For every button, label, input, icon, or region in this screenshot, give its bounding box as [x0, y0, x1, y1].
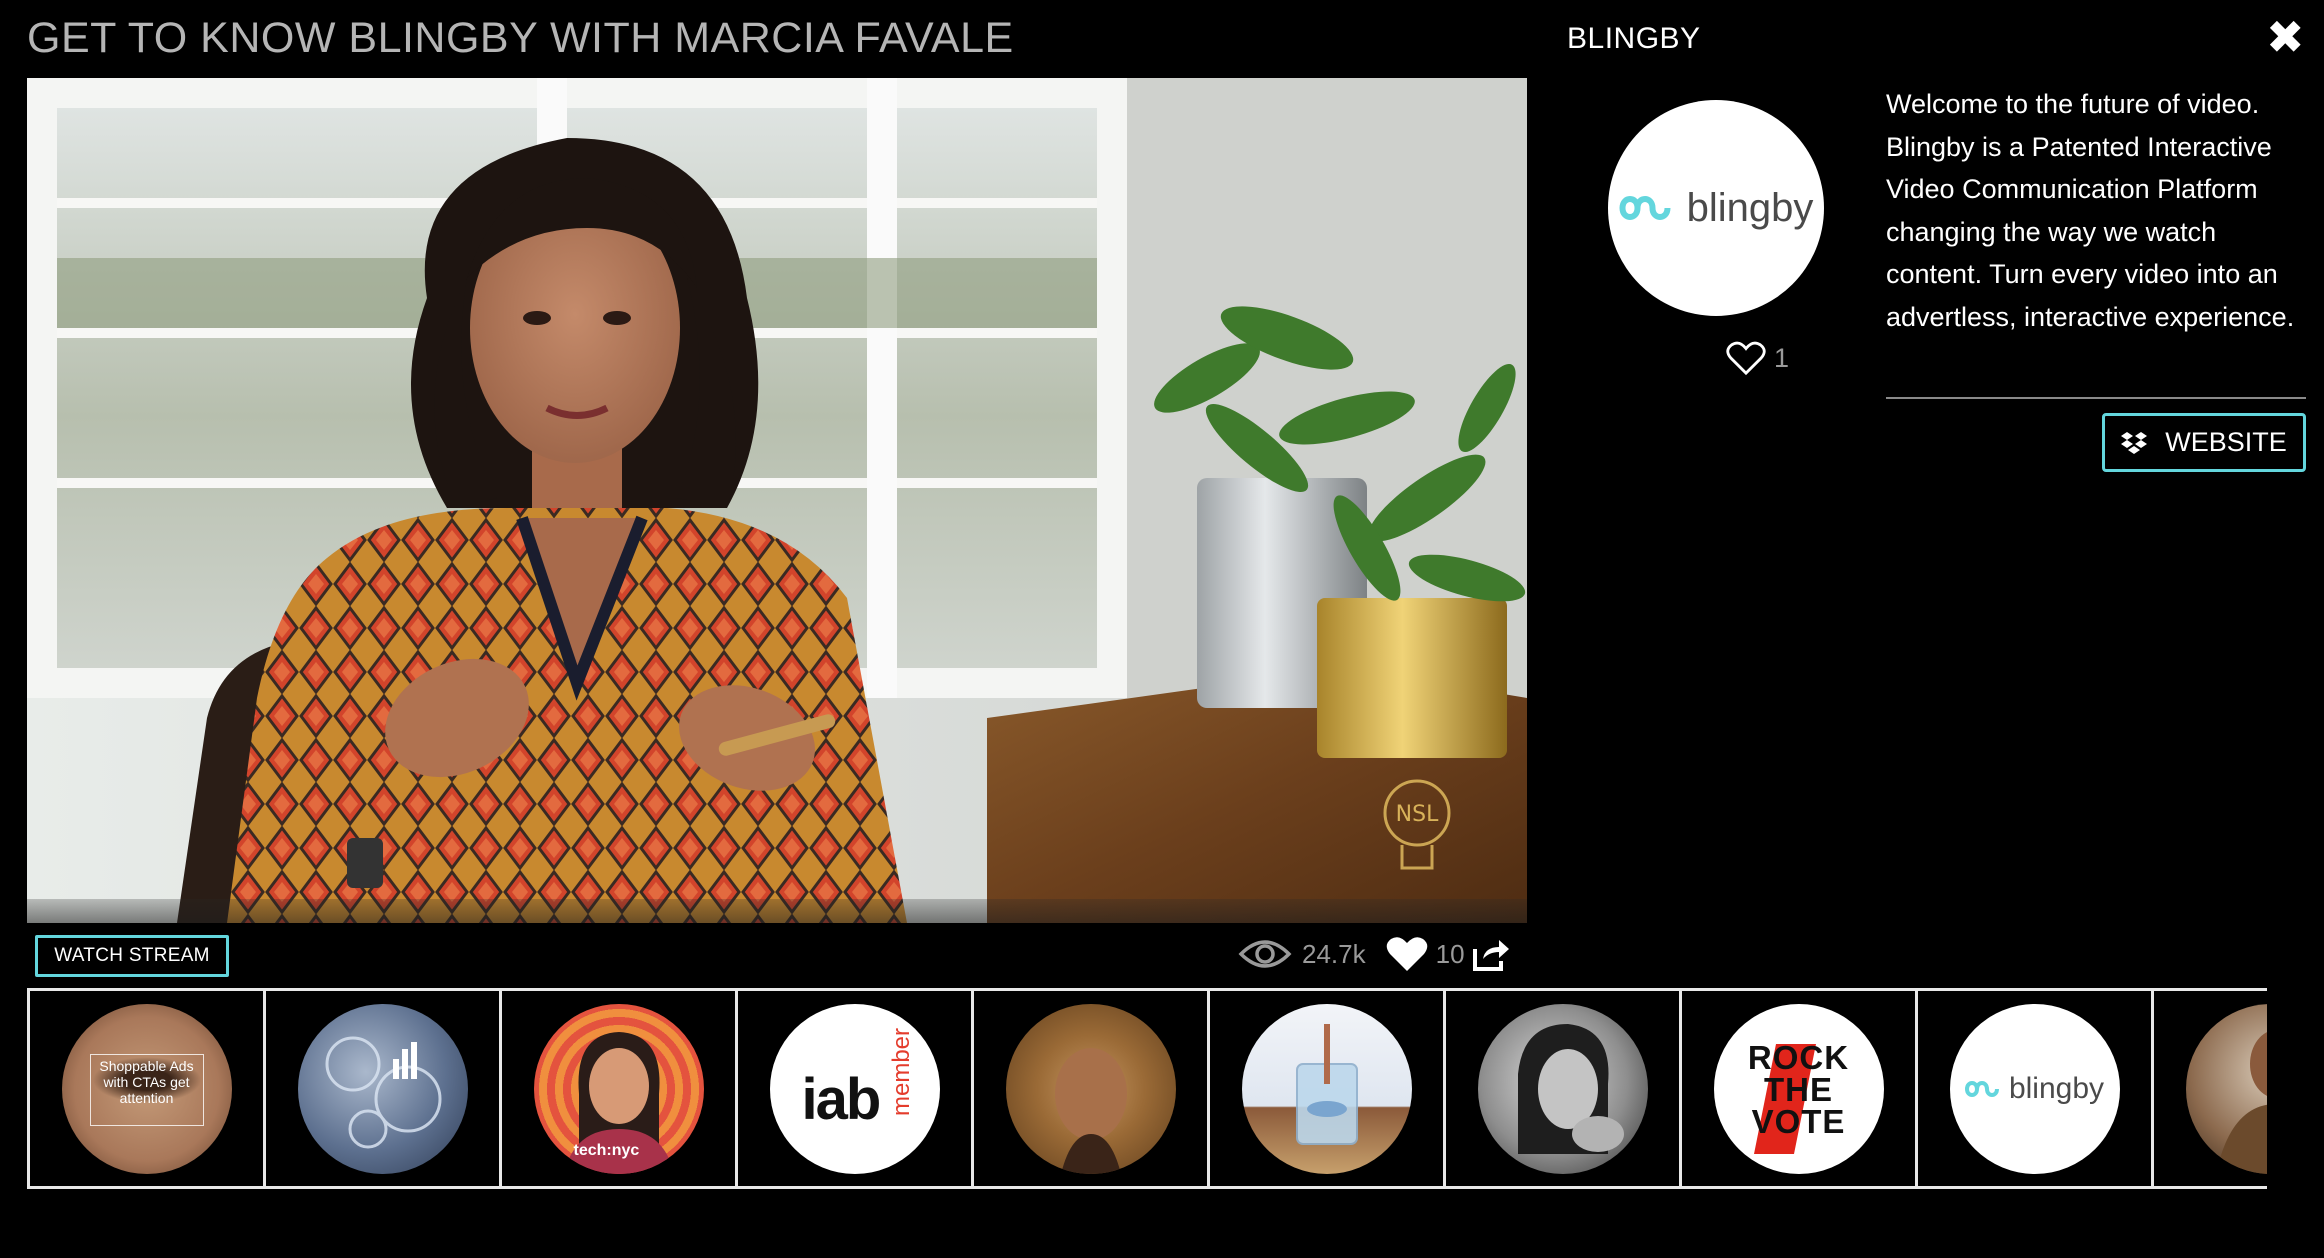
thumbnail-bw-portrait[interactable] — [1446, 991, 1682, 1186]
the-text: THE — [1764, 1070, 1833, 1108]
channel-logo-text: blingby — [1686, 185, 1814, 230]
iab-logo-text: iab — [801, 1066, 882, 1132]
website-button[interactable]: WEBSITE — [2102, 413, 2306, 472]
thumbnail-iab-member[interactable]: iab member — [738, 991, 974, 1186]
thumbnail-caption: tech:nyc — [573, 1141, 640, 1159]
video-title: GET TO KNOW BLINGBY WITH MARCIA FAVALE — [27, 14, 1014, 62]
thumbnail-glass-product[interactable] — [1210, 991, 1446, 1186]
channel-name: BLINGBY — [1567, 22, 1701, 55]
video-stats: 24.7k 10 — [1238, 928, 1511, 980]
thumbnail-analytics-gears[interactable] — [266, 991, 502, 1186]
channel-like-button[interactable]: 1 — [1726, 340, 1789, 376]
video-frame-image: NSL — [27, 78, 1527, 923]
related-videos-strip[interactable]: Shoppable Ads with CTAs get attention te… — [27, 988, 2267, 1189]
divider — [1886, 397, 2306, 399]
close-icon[interactable]: ✖ — [2266, 14, 2305, 60]
watermark-text: NSL — [1396, 802, 1439, 827]
rock-text: ROCK — [1747, 1038, 1850, 1076]
blingby-infinity-icon — [1964, 1080, 1999, 1097]
watch-stream-button[interactable]: WATCH STREAM — [35, 935, 229, 977]
thumbnail-blingby-logo[interactable]: blingby — [1918, 991, 2154, 1186]
like-count: 10 — [1435, 938, 1465, 969]
progress-bar[interactable] — [27, 899, 1527, 923]
channel-like-count: 1 — [1774, 342, 1790, 373]
heart-outline-icon — [1726, 341, 1766, 376]
website-button-label: WEBSITE — [2165, 427, 2287, 457]
thumbnail-shoppable-ads[interactable]: Shoppable Ads with CTAs get attention — [30, 991, 266, 1186]
dropbox-icon — [2121, 431, 2148, 454]
channel-description: Welcome to the future of video. Blingby … — [1886, 89, 2295, 332]
eye-icon — [1238, 938, 1292, 970]
thumbnail-techbyc-illustration[interactable]: tech:nyc — [502, 991, 738, 1186]
heart-icon[interactable] — [1386, 935, 1428, 973]
share-icon[interactable] — [1471, 935, 1511, 973]
vote-text: VOTE — [1751, 1102, 1846, 1140]
blingby-infinity-icon — [1619, 196, 1671, 220]
iab-member-text: member — [887, 1027, 915, 1116]
video-player[interactable]: NSL — [27, 78, 1527, 923]
view-count: 24.7k — [1302, 938, 1366, 969]
thumbnail-caption: Shoppable Ads with CTAs get attention — [99, 1057, 194, 1106]
thumbnail-curly-hair-portrait[interactable] — [974, 991, 1210, 1186]
thumbnail-partial-portrait[interactable] — [2154, 991, 2267, 1186]
thumbnail-rock-the-vote[interactable]: ROCK THE VOTE — [1682, 991, 1918, 1186]
thumbnail-caption: blingby — [2008, 1071, 2105, 1105]
channel-logo[interactable]: blingby — [1608, 100, 1824, 316]
